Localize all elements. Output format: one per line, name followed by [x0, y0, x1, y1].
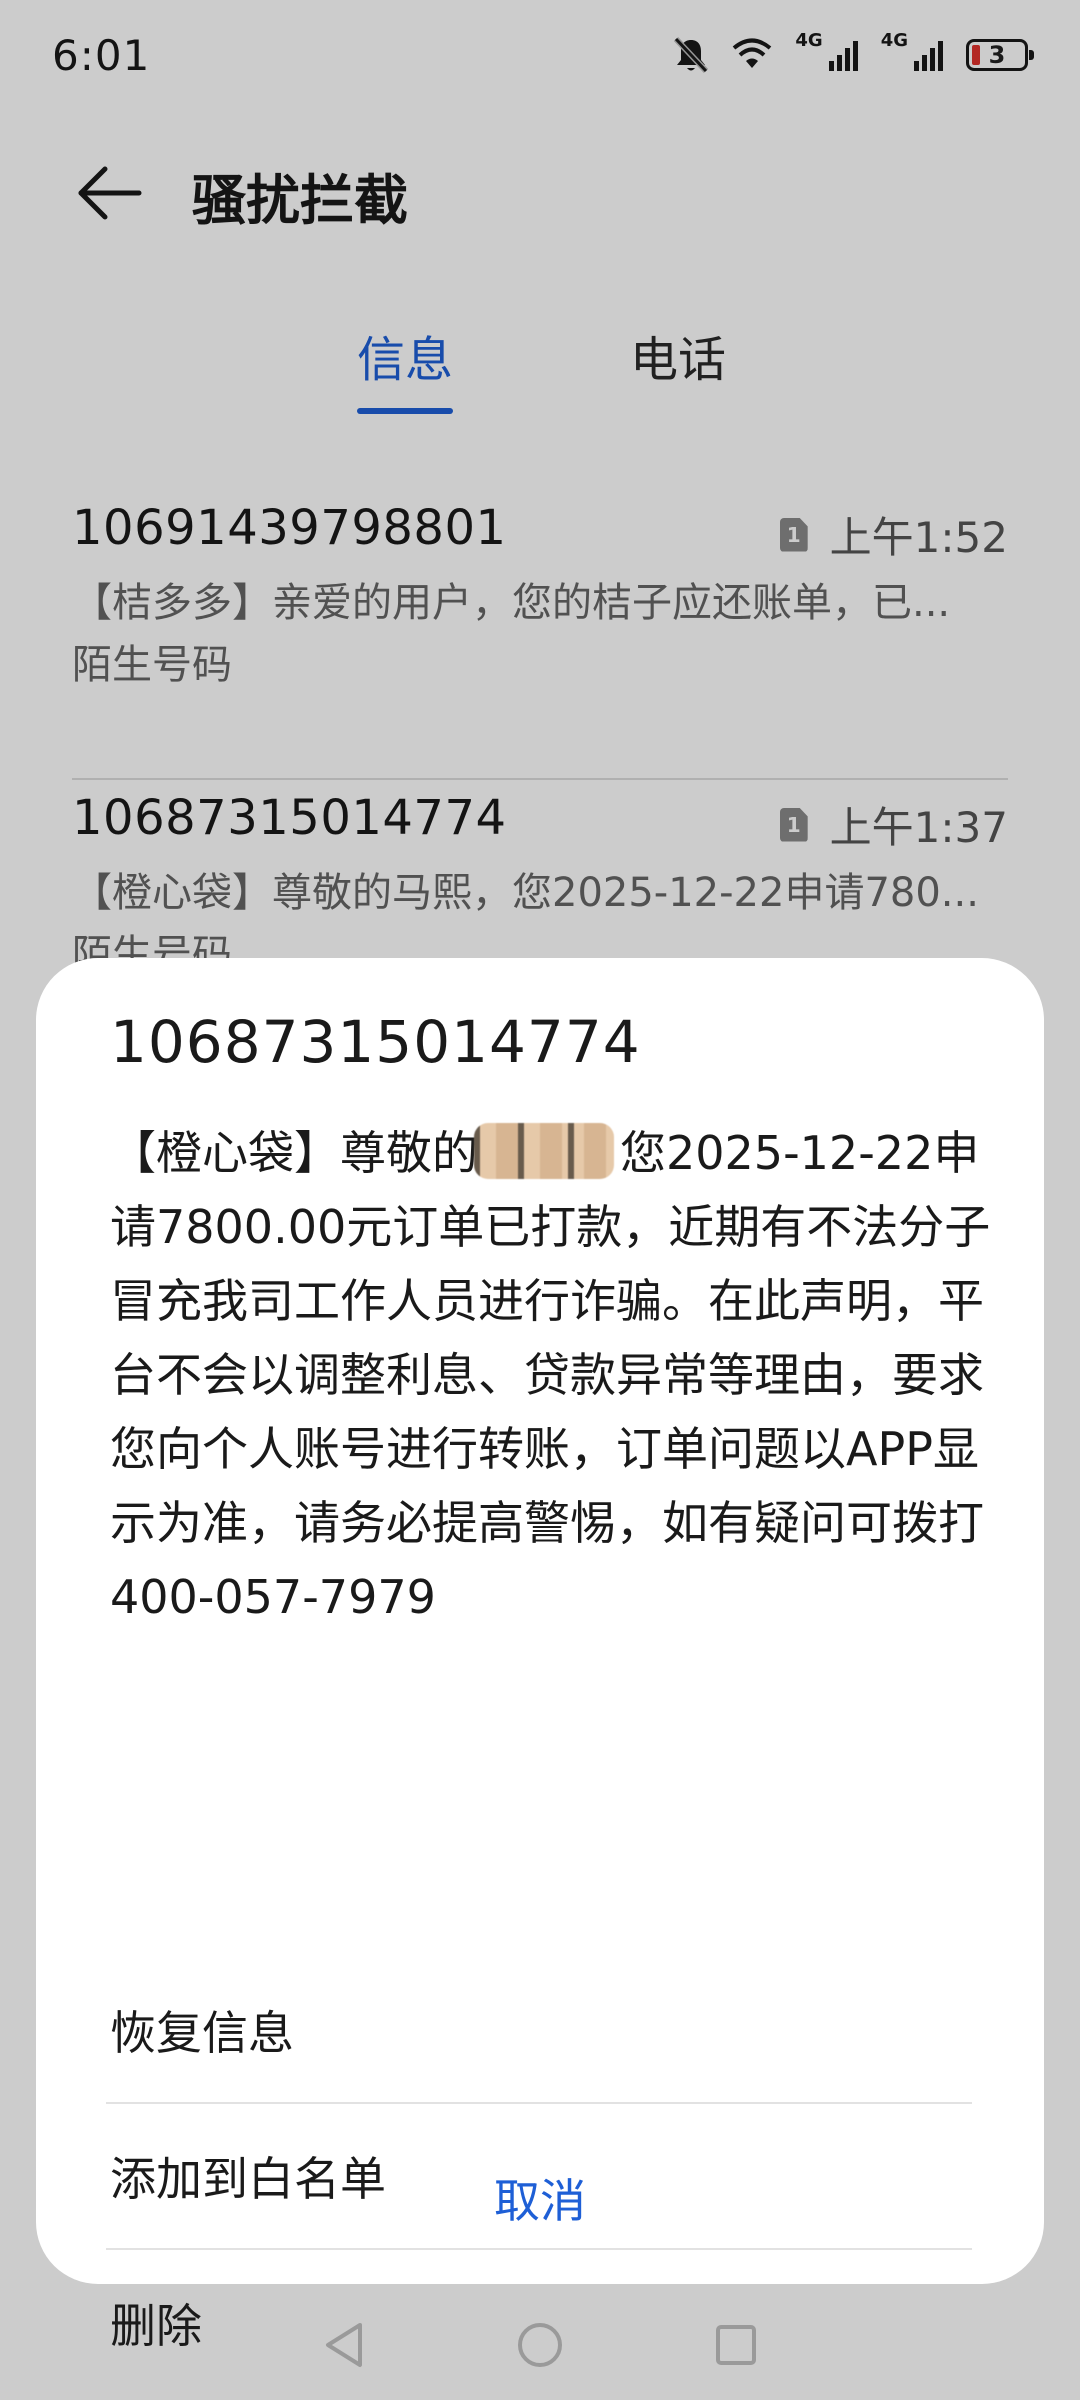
nav-home-icon[interactable]	[516, 2321, 564, 2369]
nav-back-icon[interactable]	[322, 2321, 366, 2369]
sheet-sender-number: 10687315014774	[110, 1008, 641, 1076]
battery-level: 3	[988, 41, 1006, 69]
message-body-rest: 您2025-12-22申请7800.00元订单已打款，近期有不法分子冒充我司工作…	[110, 1126, 991, 1624]
redacted-name	[474, 1123, 614, 1179]
system-nav-bar	[0, 2290, 1080, 2400]
nav-recents-icon[interactable]	[714, 2323, 758, 2367]
cancel-button[interactable]: 取消	[36, 2148, 1044, 2248]
message-body-start: 【橙心袋】尊敬的	[110, 1126, 478, 1180]
sheet-message-body: 【橙心袋】尊敬的 您2025-12-22申请7800.00元订单已打款，近期有不法…	[110, 1116, 1010, 1634]
message-action-sheet: 10687315014774 【橙心袋】尊敬的 您2025-12-22申请7800…	[36, 958, 1044, 2353]
restore-message-button[interactable]: 恢复信息	[106, 1958, 972, 2104]
